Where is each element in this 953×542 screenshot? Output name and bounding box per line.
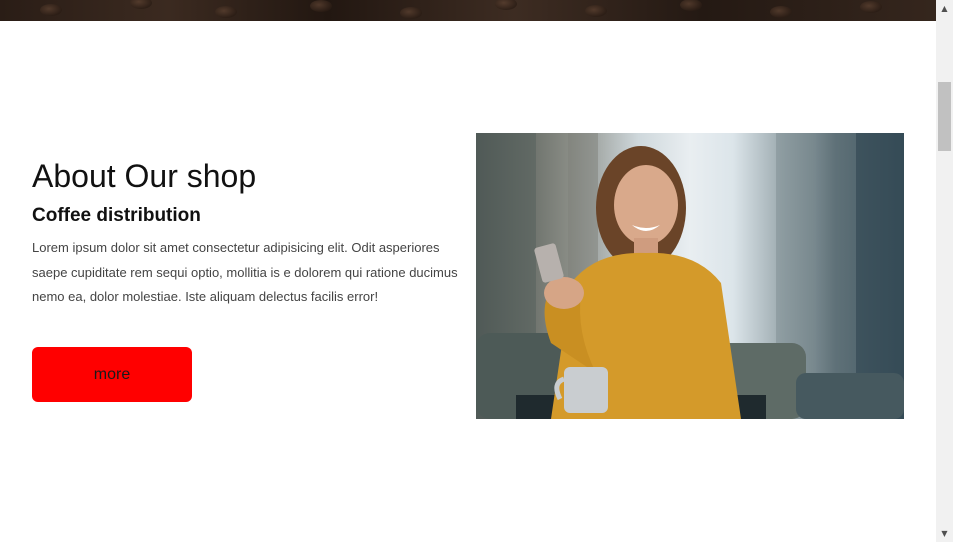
scroll-thumb[interactable] xyxy=(938,82,951,151)
woman-with-phone-photo xyxy=(476,133,904,419)
coffee-beans-banner xyxy=(0,0,936,21)
about-description: Lorem ipsum dolor sit amet consectetur a… xyxy=(32,240,458,304)
about-title: About Our shop xyxy=(32,158,257,194)
triangle-down-icon[interactable]: ▼ xyxy=(936,525,953,542)
triangle-up-icon[interactable]: ▲ xyxy=(936,0,953,17)
about-subtitle: Coffee distribution xyxy=(32,205,201,226)
about-section: About Our shop Coffee distribution Lorem… xyxy=(0,21,936,542)
more-button[interactable]: more xyxy=(32,347,192,402)
page-scrollbar[interactable]: ▲ ▼ xyxy=(936,0,953,542)
